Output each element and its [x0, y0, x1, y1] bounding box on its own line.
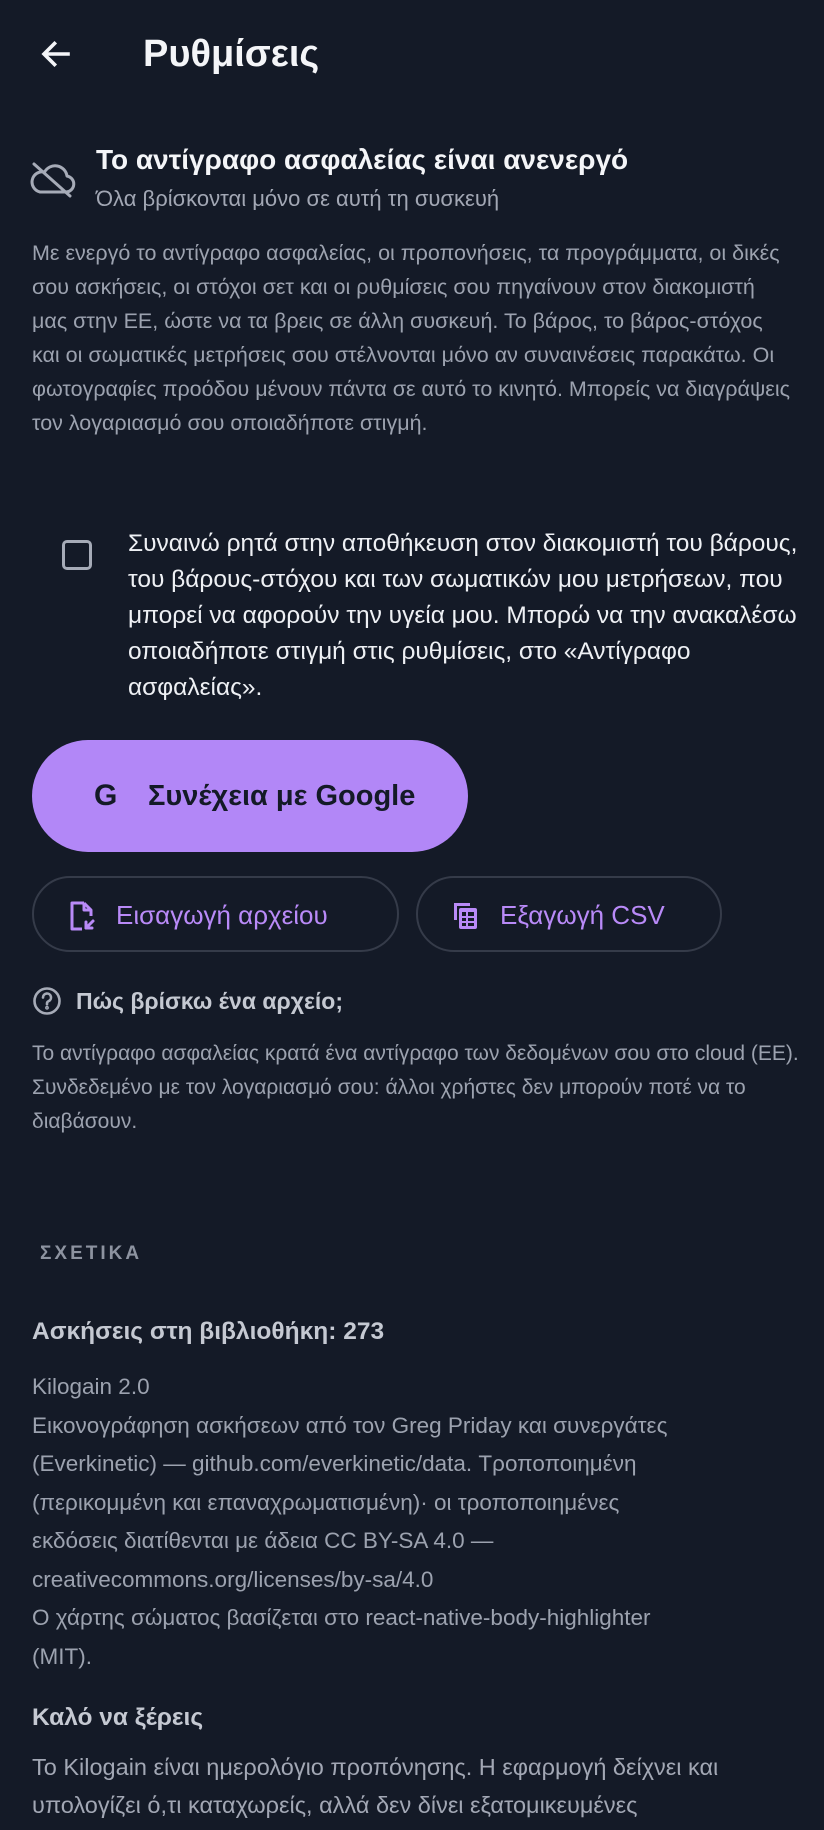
credits-line: (περικομμένη και επαναχρωματισμένη)· οι … — [32, 1489, 620, 1515]
spreadsheet-icon — [454, 903, 477, 929]
arrow-left-icon — [41, 40, 70, 68]
backup-description: Με ενεργό το αντίγραφο ασφαλείας, οι προ… — [32, 241, 791, 435]
credits-line: creativecommons.org/licenses/by-sa/4.0 — [32, 1566, 434, 1592]
page-title: Ρυθμίσεις — [143, 33, 320, 75]
library-count: Ασκήσεις στη βιβλιοθήκη: 273 — [32, 1318, 385, 1345]
google-signin-button[interactable]: G Συνέχεια με Google — [32, 740, 468, 852]
credits-line: (Everkinetic) — github.com/everkinetic/d… — [32, 1451, 637, 1476]
about-section-label: ΣΧΕΤΙΚΑ — [40, 1243, 143, 1264]
back-button[interactable] — [32, 30, 80, 78]
import-file-label: Εισαγωγή αρχείου — [116, 900, 328, 930]
export-csv-label: Εξαγωγή CSV — [500, 900, 665, 930]
credits-line: εκδόσεις διατίθενται με άδεια CC BY-SA 4… — [32, 1528, 494, 1553]
credits-line: Ο χάρτης σώματος βασίζεται στο react-nat… — [32, 1605, 651, 1630]
backup-status-title: Το αντίγραφο ασφαλείας είναι ανενεργό — [96, 144, 629, 175]
credits-line: Εικονογράφηση ασκήσεων από τον Greg Prid… — [32, 1412, 668, 1438]
file-import-icon — [70, 901, 95, 931]
google-icon: G — [94, 779, 118, 812]
cloud-backup-info: Το αντίγραφο ασφαλείας κρατά ένα αντίγρα… — [32, 1042, 799, 1133]
cloud-off-icon — [30, 162, 76, 198]
import-file-button[interactable]: Εισαγωγή αρχείου — [32, 876, 399, 952]
credits-line: Kilogain 2.0 — [32, 1374, 150, 1399]
question-circle-icon — [33, 987, 61, 1015]
consent-checkbox[interactable] — [62, 540, 92, 570]
backup-status-subtitle: Όλα βρίσκονται μόνο σε αυτή τη συσκευή — [96, 186, 500, 211]
credits-line: (MIT). — [32, 1643, 92, 1669]
google-signin-label: Συνέχεια με Google — [148, 780, 416, 812]
export-csv-button[interactable]: Εξαγωγή CSV — [416, 876, 722, 952]
credits: Kilogain 2.0 Εικονογράφηση ασκήσεων από … — [32, 1368, 802, 1676]
consent-text[interactable]: Συναινώ ρητά στην αποθήκευση στον διακομ… — [128, 526, 798, 706]
app-header: Ρυθμίσεις — [0, 0, 824, 112]
good-to-know-title: Καλό να ξέρεις — [32, 1704, 204, 1731]
find-file-help-label: Πώς βρίσκω ένα αρχείο; — [76, 988, 343, 1014]
good-to-know-text: Το Kilogain είναι ημερολόγιο προπόνησης.… — [32, 1754, 719, 1818]
